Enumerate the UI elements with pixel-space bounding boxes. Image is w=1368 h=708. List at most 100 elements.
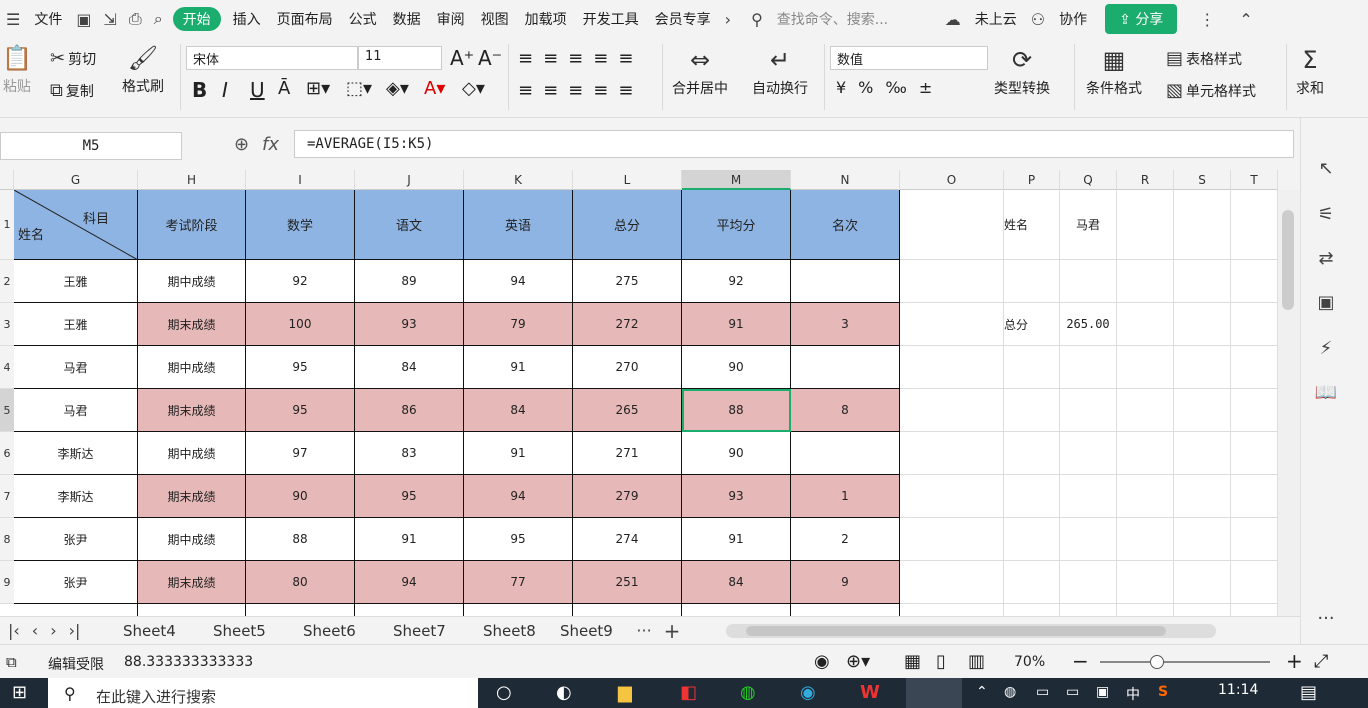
table-cell[interactable] (791, 346, 900, 389)
empty-cell[interactable] (900, 432, 1004, 475)
table-cell[interactable]: 92 (246, 260, 355, 303)
empty-cell[interactable] (1117, 303, 1174, 346)
more-options-icon[interactable]: ··· (1313, 608, 1339, 634)
table-cell[interactable]: 期中成绩 (138, 346, 246, 389)
header-total[interactable]: 总分 (573, 190, 682, 260)
empty-cell[interactable] (1231, 518, 1278, 561)
cloud-status[interactable]: 未上云 (967, 9, 1025, 29)
collab-button[interactable]: 协作 (1051, 9, 1095, 29)
notification-icon[interactable]: ▤ (1300, 682, 1317, 703)
eraser-icon[interactable]: ◇▾ (462, 78, 485, 99)
table-cell[interactable]: 95 (464, 518, 573, 561)
page-break-icon[interactable]: ▥ (968, 651, 985, 672)
table-cell[interactable]: 90 (246, 475, 355, 518)
empty-cell[interactable] (900, 260, 1004, 303)
table-cell[interactable]: 95 (355, 475, 464, 518)
column-header-s[interactable]: S (1174, 170, 1231, 190)
side-name-value[interactable]: 马君 (1060, 190, 1117, 260)
table-cell[interactable]: 马君 (14, 346, 138, 389)
empty-cell[interactable] (246, 604, 355, 616)
paste-button[interactable]: 📋 粘贴 (2, 44, 32, 96)
table-style-button[interactable]: ▤ 表格样式 (1166, 48, 1242, 69)
column-header-j[interactable]: J (355, 170, 464, 190)
table-cell[interactable]: 97 (246, 432, 355, 475)
empty-cell[interactable] (682, 604, 791, 616)
empty-cell[interactable] (1174, 518, 1231, 561)
table-cell[interactable]: 88 (246, 518, 355, 561)
empty-cell[interactable] (1004, 346, 1060, 389)
font-shrink-icon[interactable]: A⁻ (478, 46, 502, 70)
add-sheet-icon[interactable]: + (664, 619, 681, 643)
table-cell[interactable]: 2 (791, 518, 900, 561)
tray-chevron-icon[interactable]: ⌃ (976, 684, 988, 700)
task-view-icon[interactable]: ○ (496, 682, 512, 703)
side-total-label[interactable]: 总分 (1004, 303, 1060, 346)
sheet-tab-8[interactable]: Sheet8 (464, 622, 554, 640)
empty-cell[interactable] (1231, 190, 1278, 260)
normal-view-icon[interactable]: ▦ (904, 651, 921, 672)
sogou-icon[interactable]: S (1158, 684, 1168, 700)
table-cell[interactable]: 期末成绩 (138, 561, 246, 604)
search-input[interactable]: 查找命令、搜索... (769, 9, 939, 29)
table-cell[interactable]: 张尹 (14, 561, 138, 604)
menu-data[interactable]: 数据 (385, 9, 429, 29)
windows-start-icon[interactable]: ⊞ (12, 682, 27, 703)
zoom-in-icon[interactable]: + (1286, 649, 1303, 673)
table-cell[interactable]: 91 (464, 432, 573, 475)
tray-device-icon[interactable]: ▣ (1096, 684, 1109, 700)
column-header-g[interactable]: G (14, 170, 138, 190)
header-math[interactable]: 数学 (246, 190, 355, 260)
table-cell[interactable]: 79 (464, 303, 573, 346)
menu-file[interactable]: 文件 (26, 9, 70, 29)
empty-cell[interactable] (791, 604, 900, 616)
sheet-tab-6[interactable]: Sheet6 (284, 622, 374, 640)
column-header-h[interactable]: H (138, 170, 246, 190)
empty-cell[interactable] (1231, 346, 1278, 389)
scroll-thumb[interactable] (1282, 210, 1294, 310)
empty-cell[interactable] (1004, 604, 1060, 616)
table-cell[interactable]: 90 (682, 346, 791, 389)
table-cell[interactable]: 91 (682, 303, 791, 346)
hscroll-thumb[interactable] (746, 625, 1167, 636)
table-cell[interactable]: 86 (355, 389, 464, 432)
table-cell[interactable]: 100 (246, 303, 355, 346)
empty-cell[interactable] (1231, 432, 1278, 475)
empty-cell[interactable] (1117, 346, 1174, 389)
taskbar-search-box[interactable]: ⚲ 在此键入进行搜索 (48, 678, 478, 708)
empty-cell[interactable] (1117, 561, 1174, 604)
table-cell[interactable]: 271 (573, 432, 682, 475)
share-button[interactable]: ⇪ 分享 (1105, 4, 1178, 34)
row-header[interactable]: 8 (0, 518, 14, 561)
more-icon[interactable]: ⋮ (1199, 10, 1215, 29)
lightning-icon[interactable]: ⚡ (1313, 338, 1339, 364)
cut-button[interactable]: ✂ 剪切 (50, 48, 96, 69)
table-cell[interactable]: 94 (355, 561, 464, 604)
table-cell[interactable]: 李斯达 (14, 432, 138, 475)
empty-cell[interactable] (1174, 389, 1231, 432)
cell-style-button[interactable]: ▧ 单元格样式 (1166, 80, 1256, 101)
row-header[interactable]: 3 (0, 303, 14, 346)
fill-color-icon[interactable]: ◈▾ (386, 78, 409, 99)
empty-cell[interactable] (1060, 389, 1117, 432)
align-left-icons[interactable]: ≡≡≡≡≡ (518, 80, 643, 101)
more-sheets-icon[interactable]: ··· (636, 621, 651, 640)
empty-cell[interactable] (1004, 260, 1060, 303)
last-sheet-icon[interactable]: ›| (69, 621, 81, 640)
empty-cell[interactable] (138, 604, 246, 616)
table-cell[interactable]: 274 (573, 518, 682, 561)
next-sheet-icon[interactable]: › (50, 621, 56, 640)
active-app-tab[interactable] (906, 678, 962, 708)
header-english[interactable]: 英语 (464, 190, 573, 260)
empty-cell[interactable] (1174, 561, 1231, 604)
table-cell[interactable]: 马君 (14, 389, 138, 432)
table-cell[interactable]: 张尹 (14, 518, 138, 561)
table-cell[interactable]: 8 (791, 389, 900, 432)
format-painter-button[interactable]: 🖌 格式刷 (122, 44, 164, 96)
cell-shading-icon[interactable]: ⬚▾ (346, 78, 372, 99)
menu-insert[interactable]: 插入 (225, 9, 269, 29)
tray-wechat-icon[interactable]: ◍ (1004, 684, 1016, 700)
empty-cell[interactable] (1231, 260, 1278, 303)
sum-button[interactable]: Σ 求和 (1296, 46, 1324, 98)
type-convert-button[interactable]: ⟳ 类型转换 (994, 46, 1050, 98)
sheet-tab-7[interactable]: Sheet7 (374, 622, 464, 640)
